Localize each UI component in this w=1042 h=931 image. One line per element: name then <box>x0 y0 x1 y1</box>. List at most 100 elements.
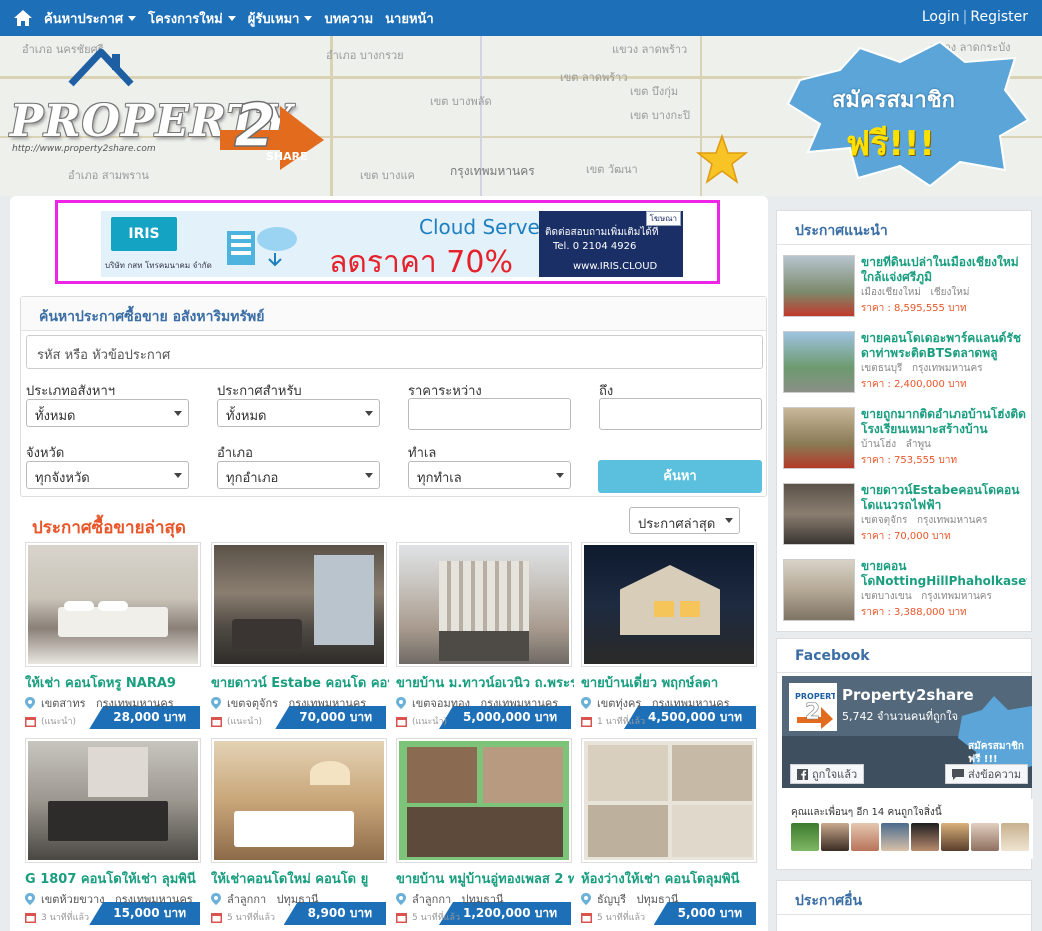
nav-search-listings[interactable]: ค้นหาประกาศ <box>44 8 137 29</box>
signup-text: สมัครสมาชิก <box>832 88 955 113</box>
listing-thumbnail[interactable] <box>581 738 757 863</box>
facebook-cover-text: สมัครสมาชิก ฟรี !!! <box>968 741 1024 765</box>
advertisement-banner[interactable]: IRIS บริษัท กสท โทรคมนาคม จำกัด Cloud Se… <box>55 200 720 284</box>
province-label: จังหวัด <box>26 446 65 461</box>
listing-card[interactable]: 70,000 บาท ขายดาวน์ Estabe คอนโด คอนโด เ… <box>211 542 389 732</box>
listing-title[interactable]: ให้เช่า คอนโดหรู NARA9 <box>25 672 203 693</box>
avatar[interactable] <box>911 823 939 851</box>
facebook-message-button[interactable]: ส่งข้อความ <box>945 764 1029 784</box>
map-pin-icon <box>581 697 591 709</box>
nav-brokers[interactable]: นายหน้า <box>385 8 434 29</box>
facebook-page-name[interactable]: Property2share <box>842 686 974 704</box>
map-label: แขวง ลาดพร้าว <box>612 43 688 56</box>
listing-district: ลำลูกกา <box>412 893 452 906</box>
listing-card[interactable]: 15,000 บาท G 1807 คอนโดให้เช่า ลุมพินี เ… <box>25 738 203 928</box>
recommended-title[interactable]: ขายถูกมากติดอำเภอบ้านโฮ่งติดโรงเรียนเหมา… <box>861 407 1027 437</box>
listing-title[interactable]: ห้องว่างให้เช่า คอนโดลุมพินี <box>581 868 759 889</box>
listing-title[interactable]: ขายบ้าน หมู่บ้านอู่ทองเพลส 2 ทา <box>396 868 574 889</box>
signup-free-badge[interactable]: สมัครสมาชิก ฟรี!!! <box>696 40 1030 190</box>
listing-card[interactable]: 4,500,000 บาท ขายบ้านเดี่ยว พฤกษ์ลดา เขต… <box>581 542 759 732</box>
ad-discount: ลดราคา 70% <box>329 245 513 277</box>
recommended-item[interactable]: ขายคอนโดเดอะพาร์คแลนด์รัชดาท่าพระติดBTSต… <box>783 331 1027 401</box>
recommended-title[interactable]: ขายคอนโดNottingHillPhaholkasetuอด <box>861 559 1027 589</box>
listing-thumbnail[interactable] <box>211 738 387 863</box>
recommended-title[interactable]: ขายดาวน์Estabeคอนโดคอนโดแนวรถไฟฟ้า <box>861 483 1027 513</box>
recommended-thumbnail[interactable] <box>783 331 855 393</box>
nav-articles[interactable]: บทความ <box>324 8 373 29</box>
avatar[interactable] <box>881 823 909 851</box>
listing-time-text: 5 นาทีที่แล้ว <box>412 913 461 923</box>
recommended-thumbnail[interactable] <box>783 559 855 621</box>
recommended-item[interactable]: ขายถูกมากติดอำเภอบ้านโฮ่งติดโรงเรียนเหมา… <box>783 407 1027 477</box>
listing-title[interactable]: ขายบ้านเดี่ยว พฤกษ์ลดา <box>581 672 759 693</box>
listing-for-select[interactable]: ทั้งหมด <box>217 399 380 427</box>
province-select[interactable]: ทุกจังหวัด <box>26 461 189 489</box>
listing-card[interactable]: 8,900 บาท ให้เช่าคอนโดใหม่ คอนโด ยู ลำลู… <box>211 738 389 928</box>
listing-time: (แนะนำ) <box>25 714 76 728</box>
listing-location: ลำลูกกา ปทุมธานี <box>211 890 319 908</box>
listing-thumbnail[interactable] <box>581 542 757 667</box>
nav-new-projects[interactable]: โครงการใหม่ <box>148 8 236 29</box>
calendar-icon <box>581 912 592 923</box>
recommended-location: เมืองเชียงใหม่ เชียงใหม่ <box>861 285 969 300</box>
listing-card[interactable]: 5,000 บาท ห้องว่างให้เช่า คอนโดลุมพินี ธ… <box>581 738 759 928</box>
search-submit-button[interactable]: ค้นหา <box>598 460 762 493</box>
recommended-location: เขตธนบุรี กรุงเทพมหานคร <box>861 361 983 376</box>
recommended-item[interactable]: ขายคอนโดNottingHillPhaholkasetuอด เขตบาง… <box>783 559 1027 629</box>
listing-title[interactable]: ขายดาวน์ Estabe คอนโด คอนโด <box>211 672 389 693</box>
listing-thumbnail[interactable] <box>211 542 387 667</box>
recommended-title[interactable]: ขายที่ดินเปล่าในเมืองเชียงใหม่ใกล้แจ่งศร… <box>861 255 1027 285</box>
facebook-page-cover[interactable]: 2 PROPERTY Property2share 5,742 จำนวนคนท… <box>782 676 1032 788</box>
nav-contractors[interactable]: ผู้รับเหมา <box>248 8 313 29</box>
avatar[interactable] <box>941 823 969 851</box>
location-select[interactable]: ทุกทำเล <box>408 461 571 489</box>
keyword-search-input[interactable]: รหัส หรือ หัวข้อประกาศ <box>26 335 763 369</box>
sort-select[interactable]: ประกาศล่าสุด <box>629 507 740 534</box>
property-type-select[interactable]: ทั้งหมด <box>26 399 189 427</box>
avatar[interactable] <box>971 823 999 851</box>
listing-card[interactable]: 1,200,000 บาท ขายบ้าน หมู่บ้านอู่ทองเพลส… <box>396 738 574 928</box>
listing-location: ลำลูกกา ปทุมธานี <box>396 890 504 908</box>
recommended-item[interactable]: ขายดาวน์Estabeคอนโดคอนโดแนวรถไฟฟ้า เขตจต… <box>783 483 1027 553</box>
listing-thumbnail[interactable] <box>396 738 572 863</box>
listing-thumbnail[interactable] <box>25 738 201 863</box>
logo-url: http://www.property2share.com <box>12 144 156 154</box>
recommended-thumbnail[interactable] <box>783 483 855 545</box>
avatar[interactable] <box>821 823 849 851</box>
listing-province: ปทุมธานี <box>461 893 504 906</box>
price-max-input[interactable] <box>599 398 762 430</box>
facebook-liked-button[interactable]: ถูกใจแล้ว <box>790 764 865 784</box>
listing-district: เขตสาทร <box>41 697 86 710</box>
avatar[interactable] <box>851 823 879 851</box>
recommended-item[interactable]: ขายที่ดินเปล่าในเมืองเชียงใหม่ใกล้แจ่งศร… <box>783 255 1027 325</box>
listing-title[interactable]: ให้เช่าคอนโดใหม่ คอนโด ยู <box>211 868 389 889</box>
ad-choices-chip[interactable]: โฆษณา <box>645 211 681 226</box>
recommended-title[interactable]: ขายคอนโดเดอะพาร์คแลนด์รัชดาท่าพระติดBTSต… <box>861 331 1027 361</box>
listing-title[interactable]: ขายบ้าน ม.ทาวน์อเวนิว ถ.พระราม <box>396 672 574 693</box>
listing-card[interactable]: 5,000,000 บาท ขายบ้าน ม.ทาวน์อเวนิว ถ.พร… <box>396 542 574 732</box>
recommended-thumbnail[interactable] <box>783 407 855 469</box>
ad-contact-line: ติดต่อสอบถามเพิ่มเติมได้ที่ <box>545 227 659 238</box>
listing-thumbnail[interactable] <box>25 542 201 667</box>
listing-thumbnail[interactable] <box>396 542 572 667</box>
register-link[interactable]: Register <box>970 9 1028 25</box>
recommended-thumbnail[interactable] <box>783 255 855 317</box>
recommended-heading: ประกาศแนะนำ <box>777 211 1031 245</box>
login-link[interactable]: Login <box>922 9 960 25</box>
district-select[interactable]: ทุกอำเภอ <box>217 461 380 489</box>
avatar[interactable] <box>1001 823 1029 851</box>
avatar[interactable] <box>791 823 819 851</box>
listing-province: กรุงเทพมหานคร <box>651 697 730 710</box>
listing-time: 1 นาทีที่แล้ว <box>581 714 645 728</box>
site-logo[interactable]: PROPERTY 2 SHARE http://www.property2sha… <box>10 44 330 170</box>
home-icon[interactable] <box>14 10 32 26</box>
nav-label: นายหน้า <box>385 11 434 27</box>
listing-province: กรุงเทพมหานคร <box>115 893 193 906</box>
listing-card[interactable]: 28,000 บาท ให้เช่า คอนโดหรู NARA9 เขตสาท… <box>25 542 203 732</box>
facebook-page-avatar[interactable]: 2 PROPERTY <box>789 683 842 731</box>
search-panel: ค้นหาประกาศซื้อขาย อสังหาริมทรัพย์ รหัส … <box>20 296 767 497</box>
price-min-input[interactable] <box>408 398 571 430</box>
listing-title[interactable]: G 1807 คอนโดให้เช่า ลุมพินี <box>25 868 203 889</box>
facebook-liked-label: ถูกใจแล้ว <box>812 768 858 781</box>
recommended-province: ลำพูน <box>905 439 931 450</box>
